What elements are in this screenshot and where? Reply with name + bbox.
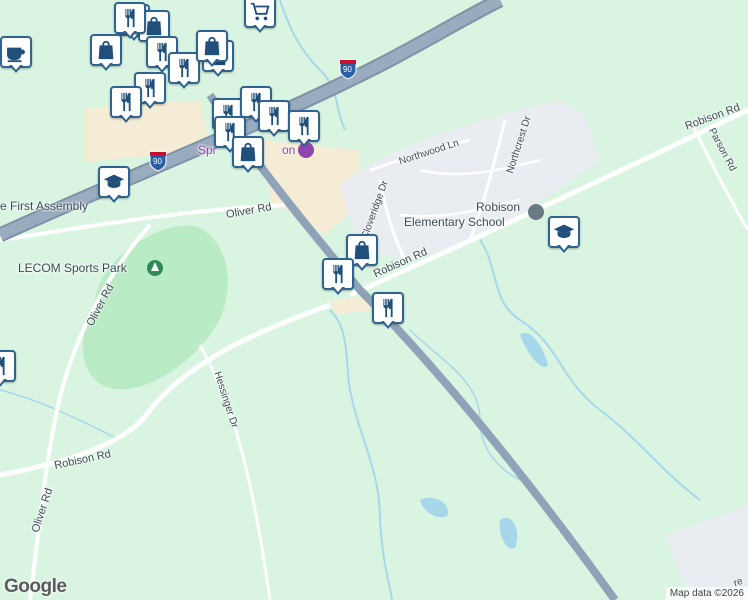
restaurant-marker[interactable] — [288, 110, 320, 148]
poi-label-robison-school-line1[interactable]: Robison — [476, 201, 520, 213]
map-attribution[interactable]: Map data ©2026 — [665, 587, 748, 600]
school-marker[interactable] — [98, 166, 130, 204]
google-logo: Google — [4, 576, 67, 597]
poi-label-lecom-sports-park[interactable]: LECOM Sports Park — [18, 262, 127, 274]
shopping-bag-marker[interactable] — [232, 136, 264, 174]
restaurant-marker[interactable] — [372, 292, 404, 330]
pond-south-2 — [499, 518, 518, 549]
shopping-bag-marker[interactable] — [90, 34, 122, 72]
restaurant-marker[interactable] — [258, 100, 290, 138]
interstate-number-north: 90 — [343, 65, 352, 74]
poi-label-robison-school-line2[interactable]: Elementary School — [404, 216, 505, 228]
stream-central — [329, 309, 393, 600]
poi-label-first-assembly[interactable]: e First Assembly — [0, 200, 88, 212]
cart-marker[interactable] — [244, 0, 276, 34]
pond-south-1 — [420, 497, 449, 518]
restaurant-marker[interactable] — [0, 350, 16, 388]
restaurant-marker[interactable] — [322, 258, 354, 296]
cafe-marker[interactable] — [0, 36, 32, 74]
pond-east — [520, 332, 548, 367]
school-dot — [528, 204, 544, 220]
interstate-number-west: 90 — [153, 157, 162, 166]
shopping-bag-marker[interactable] — [196, 30, 228, 68]
hessinger-dr — [198, 344, 272, 600]
restaurant-marker[interactable] — [110, 86, 142, 124]
school-marker[interactable] — [548, 216, 580, 254]
map-view[interactable]: 90 90 Oliver Rd Oliver Rd Oliver Rd Robi… — [0, 0, 748, 600]
